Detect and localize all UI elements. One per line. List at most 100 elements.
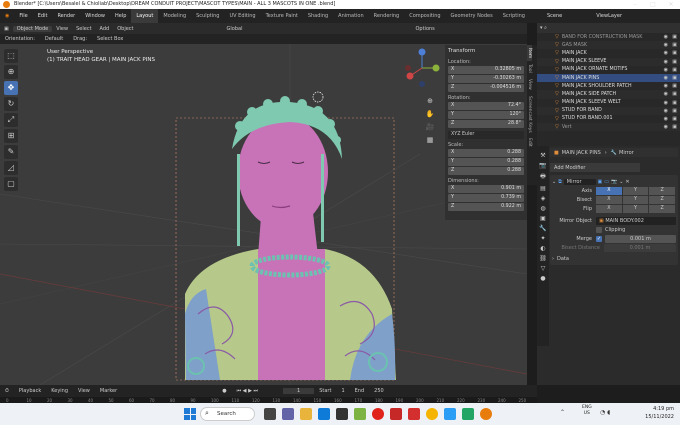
tab-edit[interactable]: Edit bbox=[527, 135, 532, 150]
remove-icon[interactable]: ✕ bbox=[625, 179, 629, 185]
render-camera-icon[interactable]: ▣ bbox=[672, 108, 677, 114]
start-frame-field[interactable]: 1 bbox=[336, 388, 349, 394]
transform-orientation[interactable]: Global bbox=[223, 26, 247, 32]
render-camera-icon[interactable]: ▣ bbox=[672, 59, 677, 65]
marker-menu[interactable]: Marker bbox=[95, 388, 122, 394]
visibility-eye-icon[interactable]: ◉ bbox=[664, 50, 668, 56]
outliner-row[interactable]: ▽ MAIN JACK SIDE PATCH ◉ ▣ bbox=[537, 90, 680, 99]
record-icon[interactable]: ● bbox=[217, 388, 231, 394]
tab-layout[interactable]: Layout bbox=[131, 9, 159, 23]
scale-icon[interactable]: ⤢ bbox=[4, 113, 18, 127]
bisect-x-toggle[interactable]: X bbox=[596, 195, 622, 204]
dimensions-y[interactable]: Y 0.739 m bbox=[448, 194, 524, 202]
tab-modeling[interactable]: Modeling bbox=[158, 9, 191, 23]
menu-select[interactable]: Select bbox=[72, 26, 95, 32]
outliner-row[interactable]: ▽ MAIN JACK ◉ ▣ bbox=[537, 49, 680, 57]
options-dropdown[interactable]: Options bbox=[411, 26, 438, 32]
scene-selector[interactable]: Scene bbox=[542, 13, 567, 19]
file-explorer-icon[interactable] bbox=[300, 408, 312, 420]
scale-x[interactable]: X 0.288 bbox=[448, 149, 524, 157]
zoom-icon[interactable]: ⊕ bbox=[425, 96, 435, 106]
render-toggle-icon[interactable]: 📷 bbox=[611, 179, 617, 185]
tab-scripting[interactable]: Scripting bbox=[498, 9, 530, 23]
world-props-icon[interactable]: ◍ bbox=[540, 205, 545, 212]
move-icon[interactable]: ✥ bbox=[4, 81, 18, 95]
pan-hand-icon[interactable]: ✋ bbox=[425, 109, 435, 119]
close-icon[interactable]: ✕ bbox=[662, 0, 680, 9]
tab-rendering[interactable]: Rendering bbox=[369, 9, 405, 23]
render-camera-icon[interactable]: ▣ bbox=[672, 83, 677, 89]
particles-icon[interactable]: ✦ bbox=[540, 235, 545, 242]
store-icon[interactable] bbox=[336, 408, 348, 420]
scene-props-icon[interactable]: ◈ bbox=[541, 195, 546, 202]
rotation-x[interactable]: X 72.4° bbox=[448, 102, 524, 110]
blender-menu-icon[interactable]: ◉ bbox=[0, 13, 14, 19]
scale-y[interactable]: Y 0.288 bbox=[448, 158, 524, 166]
editor-type-icon-timeline[interactable]: ⏱ bbox=[0, 388, 14, 394]
orientation-select[interactable]: Default bbox=[40, 36, 68, 42]
outliner-row[interactable]: ▽ MAIN JACK ORNATE MOTIFS ◉ ▣ bbox=[537, 66, 680, 74]
render-camera-icon[interactable]: ▣ bbox=[672, 50, 677, 56]
annotate-icon[interactable]: ✎ bbox=[4, 145, 18, 159]
language-indicator[interactable]: ENG US bbox=[582, 405, 592, 417]
menu-edit[interactable]: Edit bbox=[33, 13, 53, 19]
visibility-eye-icon[interactable]: ◉ bbox=[664, 42, 668, 48]
render-camera-icon[interactable]: ▣ bbox=[672, 116, 677, 122]
photos-icon[interactable] bbox=[444, 408, 456, 420]
tab-geometry-nodes[interactable]: Geometry Nodes bbox=[446, 9, 498, 23]
tool-props-icon[interactable]: ⚒ bbox=[540, 152, 545, 159]
menu-add[interactable]: Add bbox=[96, 26, 114, 32]
view-menu[interactable]: View bbox=[73, 388, 95, 394]
visibility-eye-icon[interactable]: ◉ bbox=[664, 75, 668, 81]
collapse-icon[interactable]: ⌄ bbox=[552, 179, 556, 185]
visibility-eye-icon[interactable]: ◉ bbox=[664, 83, 668, 89]
minimize-icon[interactable]: – bbox=[626, 0, 644, 9]
flip-y-toggle[interactable]: Y bbox=[622, 204, 649, 213]
menu-window[interactable]: Window bbox=[80, 13, 110, 19]
app-icon-red[interactable] bbox=[390, 408, 402, 420]
view-layer-selector[interactable]: ViewLayer bbox=[591, 13, 627, 19]
visibility-eye-icon[interactable]: ◉ bbox=[664, 67, 668, 73]
wifi-volume-icons[interactable]: ◔ ◖ bbox=[600, 409, 610, 416]
location-y[interactable]: Y -0.30263 m bbox=[448, 75, 524, 83]
menu-file[interactable]: File bbox=[14, 13, 32, 19]
axis-y-toggle[interactable]: Y bbox=[622, 186, 649, 195]
menu-object[interactable]: Object bbox=[113, 26, 137, 32]
playback-controls[interactable]: ⏮ ◀ ▶ ⏭ bbox=[232, 388, 263, 394]
grid-icon[interactable]: ▦ bbox=[425, 135, 435, 145]
outliner-row[interactable]: ▽ MAIN JACK SLEEVE WELT ◉ ▣ bbox=[537, 99, 680, 107]
dimensions-z[interactable]: Z 0.922 m bbox=[448, 203, 524, 211]
editmode-icon[interactable]: ▣ bbox=[598, 179, 603, 185]
location-z[interactable]: Z -0.004516 m bbox=[448, 84, 524, 92]
material-props-icon[interactable]: ● bbox=[540, 275, 545, 282]
outliner-row[interactable]: ▽ Vert ◉ ▣ bbox=[537, 123, 680, 132]
add-modifier-button[interactable]: Add Modifier bbox=[550, 163, 640, 172]
merge-distance-field[interactable]: 0.001 m bbox=[605, 234, 676, 243]
outliner-row[interactable]: ▽ GAS MASK ◉ ▣ bbox=[537, 41, 680, 50]
maximize-icon[interactable]: □ bbox=[644, 0, 662, 9]
rotation-y[interactable]: Y 120° bbox=[448, 111, 524, 119]
scale-z[interactable]: Z 0.288 bbox=[448, 167, 524, 175]
flip-x-toggle[interactable]: X bbox=[596, 204, 622, 213]
mirror-object-field[interactable]: ▣ MAIN BODY.002 bbox=[596, 216, 676, 225]
end-frame-field[interactable]: 250 bbox=[369, 388, 389, 394]
axis-z-toggle[interactable]: Z bbox=[649, 186, 676, 195]
visibility-eye-icon[interactable]: ◉ bbox=[664, 108, 668, 114]
rotation-mode-select[interactable]: XYZ Euler bbox=[448, 131, 524, 139]
location-x[interactable]: X 0.32805 m bbox=[448, 66, 524, 74]
visibility-eye-icon[interactable]: ◉ bbox=[664, 91, 668, 97]
bisect-z-toggle[interactable]: Z bbox=[649, 195, 676, 204]
data-props-icon[interactable]: ▽ bbox=[541, 265, 546, 272]
tab-sculpting[interactable]: Sculpting bbox=[191, 9, 224, 23]
tab-animation[interactable]: Animation bbox=[333, 9, 369, 23]
tab-view[interactable]: View bbox=[527, 76, 532, 93]
visibility-eye-icon[interactable]: ◉ bbox=[664, 100, 668, 106]
render-camera-icon[interactable]: ▣ bbox=[672, 91, 677, 97]
camera-icon[interactable]: 🎥 bbox=[425, 122, 435, 132]
outliner-row[interactable]: ▽ MAIN JACK SLEEVE ◉ ▣ bbox=[537, 57, 680, 66]
render-camera-icon[interactable]: ▣ bbox=[672, 42, 677, 48]
tab-screencast-keys[interactable]: Screencast Keys bbox=[527, 93, 532, 136]
chrome-icon[interactable] bbox=[426, 408, 438, 420]
transform-icon[interactable]: ⊞ bbox=[4, 129, 18, 143]
outliner-row[interactable]: ▽ STUD FOR BAND ◉ ▣ bbox=[537, 106, 680, 115]
